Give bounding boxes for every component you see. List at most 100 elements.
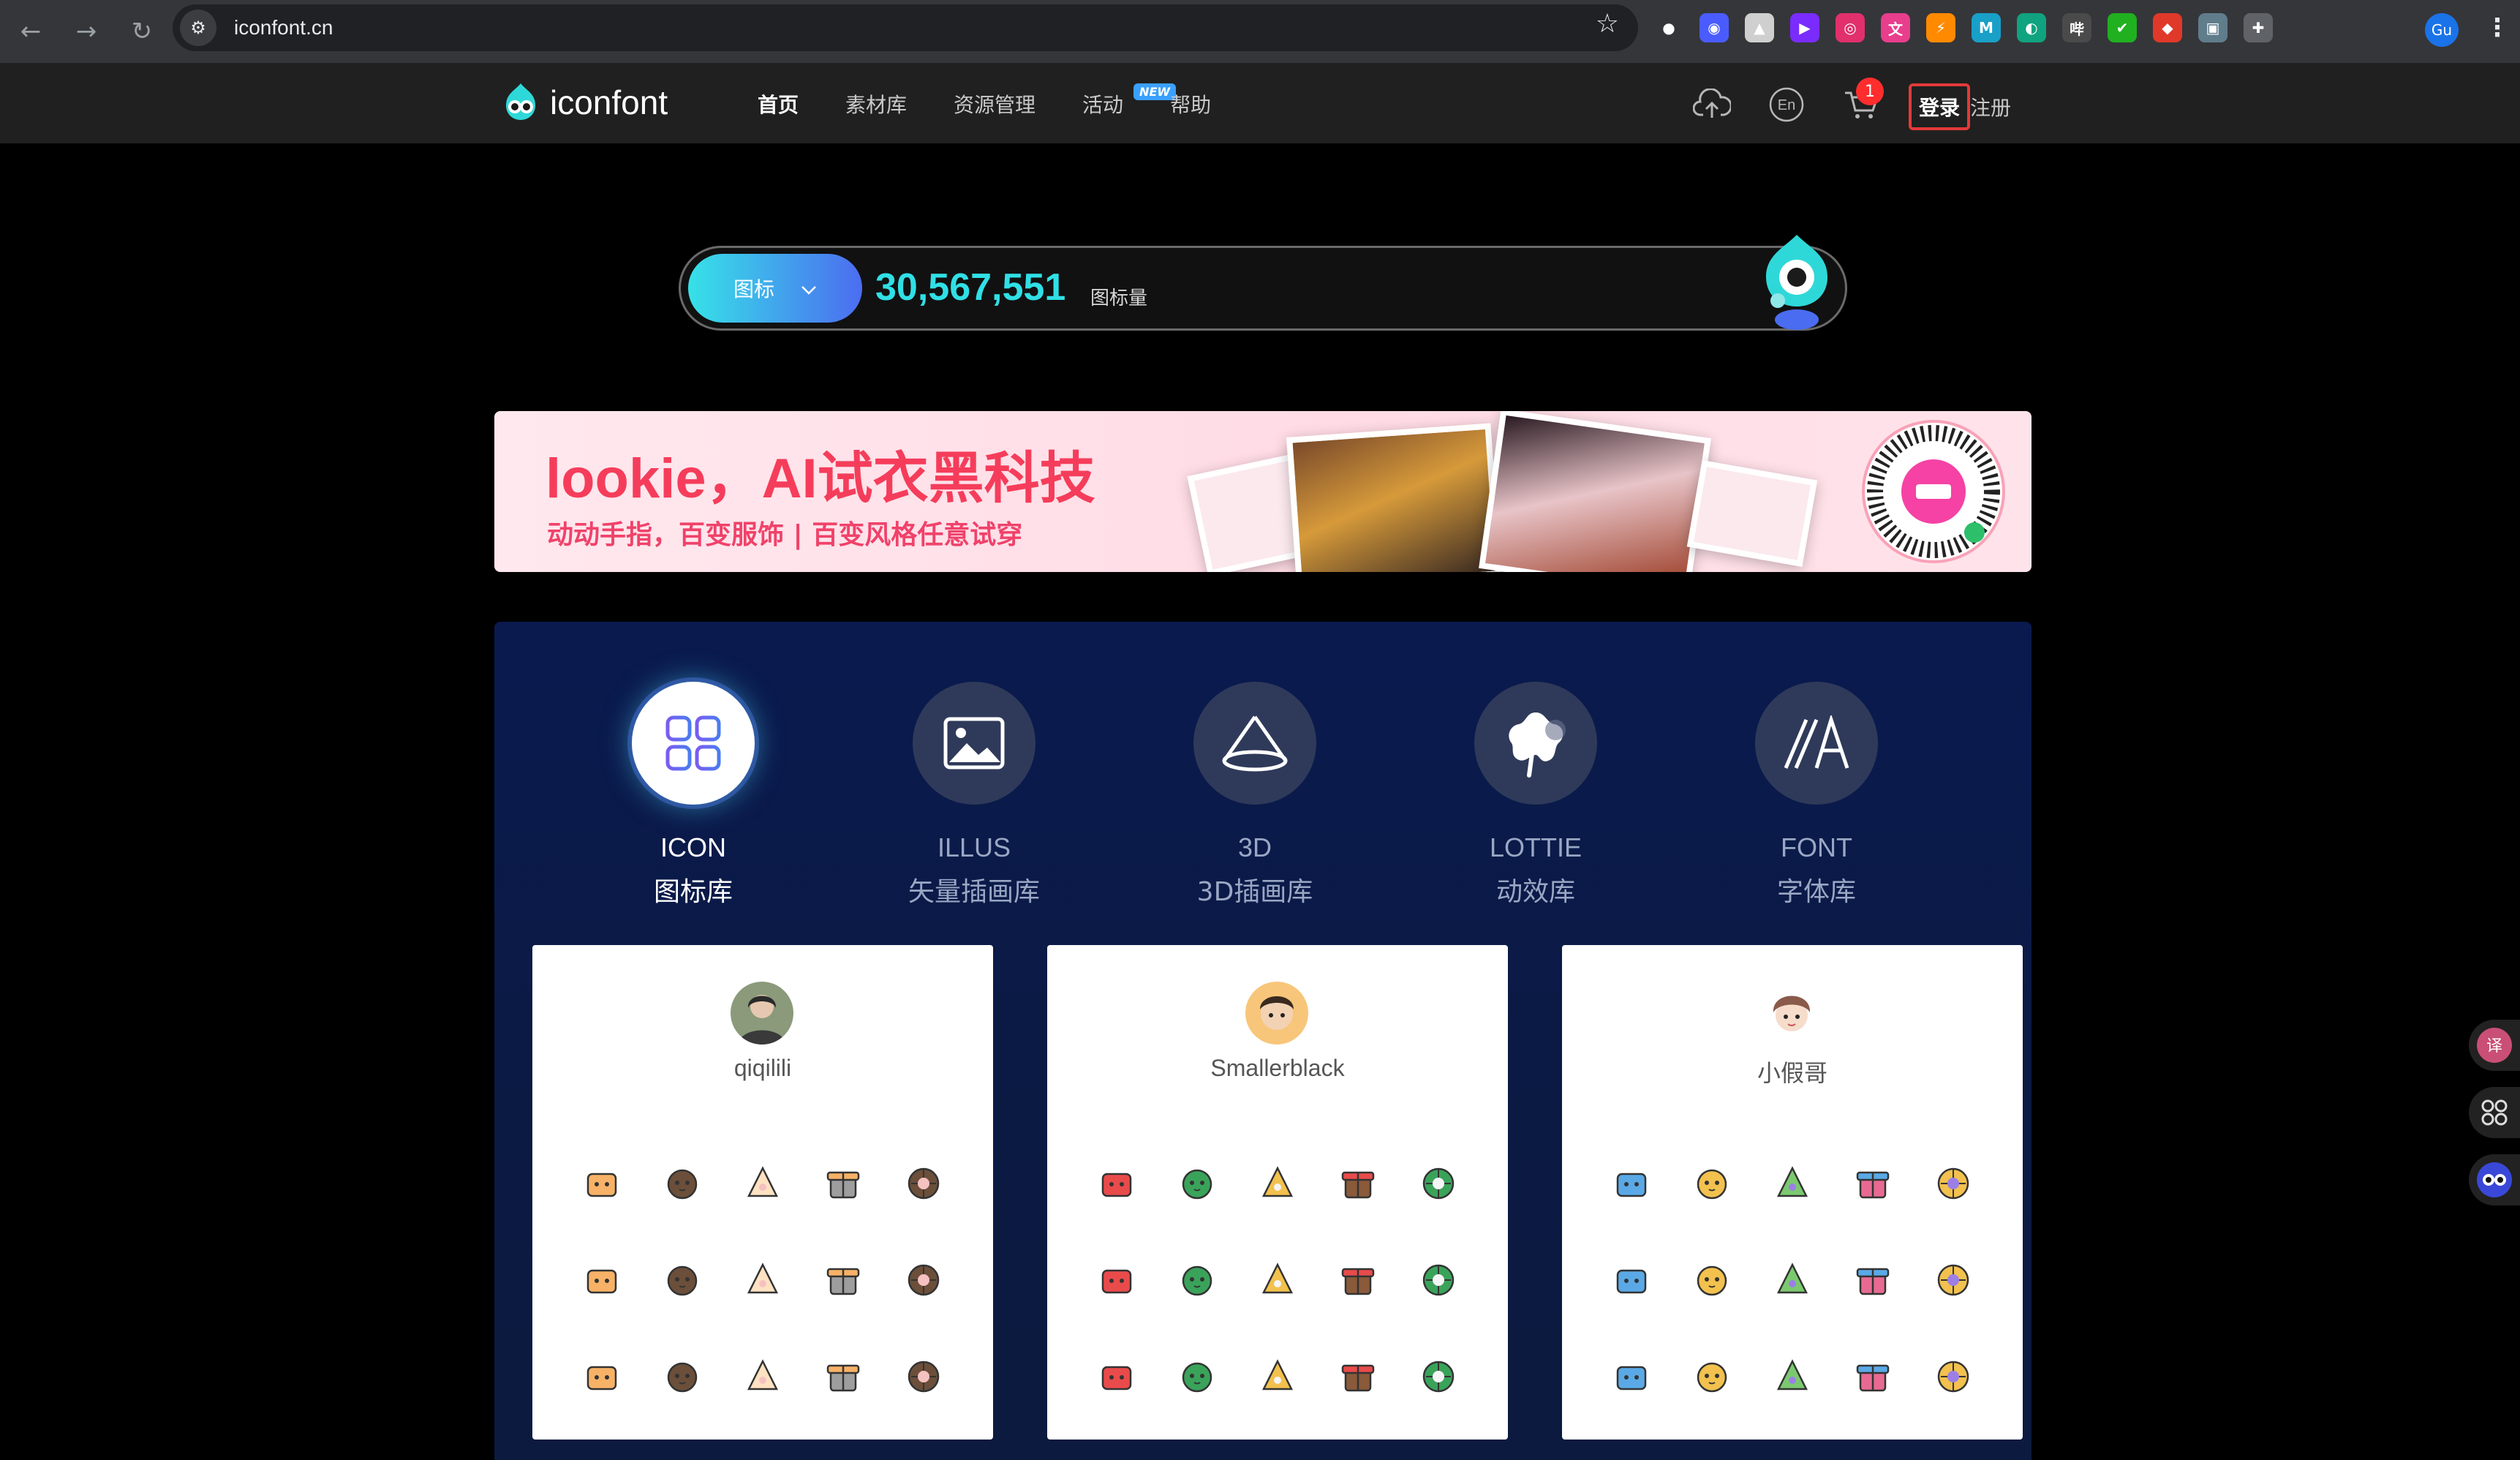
nav-resources[interactable]: 资源管理 [954, 89, 1035, 118]
category-font[interactable]: FONT 字体库 [1729, 682, 1904, 908]
pudding-icon[interactable] [1318, 1135, 1398, 1232]
orange-cat-icon[interactable] [642, 1328, 723, 1425]
pig-icon[interactable] [883, 1232, 964, 1328]
nav-assets[interactable]: 素材库 [845, 89, 907, 118]
hockey-stick-icon[interactable] [1752, 1328, 1833, 1425]
ball-icon[interactable] [1833, 1328, 1913, 1425]
bolt-ext-icon[interactable]: ⚡ [1926, 13, 1955, 42]
shiba-icon[interactable] [723, 1135, 803, 1232]
avatar[interactable] [1760, 982, 1823, 1045]
nav-home[interactable]: 首页 [758, 89, 799, 118]
card-username[interactable]: Smallerblack [1047, 1055, 1508, 1082]
bili-ext-icon[interactable]: 哔 [2062, 13, 2091, 42]
ad-photo-frame [1686, 460, 1818, 567]
scooter-icon[interactable] [1913, 1135, 1993, 1232]
bandage-icon[interactable] [1672, 1328, 1752, 1425]
owl-assistant-button[interactable] [2469, 1154, 2520, 1205]
register-link[interactable]: 注册 [1970, 92, 2011, 121]
volleyball-icon[interactable] [1591, 1328, 1672, 1425]
ornament-icon[interactable] [1157, 1232, 1237, 1328]
apps-float-button[interactable] [2469, 1087, 2520, 1138]
forward-arrow-icon[interactable]: → [66, 11, 107, 52]
nav-events[interactable]: 活动 NEW [1082, 83, 1177, 118]
qr-code[interactable] [1862, 420, 2005, 563]
candy-cane-icon[interactable] [1157, 1135, 1237, 1232]
showcase-card[interactable]: 小假哥 [1562, 945, 2023, 1440]
check-ext-icon[interactable]: ✔ [2108, 13, 2137, 42]
category-lottie[interactable]: LOTTIE 动效库 [1448, 682, 1623, 908]
category-3d[interactable]: 3D 3D插画库 [1167, 682, 1343, 908]
wreath-icon[interactable] [1237, 1328, 1318, 1425]
bowling-icon[interactable] [1752, 1135, 1833, 1232]
chat-ext-icon[interactable]: ◐ [2017, 13, 2046, 42]
kettlebell-icon[interactable] [1591, 1232, 1672, 1328]
jar-icon[interactable] [1591, 1135, 1672, 1232]
jersey-icon[interactable] [1752, 1232, 1833, 1328]
gingerbread-icon[interactable] [1398, 1328, 1479, 1425]
card-username[interactable]: 小假哥 [1562, 1055, 2023, 1088]
category-cn-label: 矢量插画库 [908, 877, 1040, 907]
showcase-card[interactable]: qiqilili [532, 945, 993, 1440]
bookmark-star-icon[interactable]: ☆ [1596, 9, 1619, 39]
santa-hat-cake-icon[interactable] [1076, 1232, 1157, 1328]
gift-bow-icon[interactable] [1076, 1135, 1157, 1232]
cow-cat-icon[interactable] [883, 1328, 964, 1425]
cane-icon[interactable] [1318, 1328, 1398, 1425]
avatar[interactable] [1245, 982, 1308, 1045]
treadmill-icon[interactable] [1833, 1135, 1913, 1232]
ad-banner[interactable]: lookie，AI试衣黑科技 动动手指，百变服饰 | 百变风格任意试穿 [494, 411, 2032, 572]
language-toggle[interactable]: En [1767, 85, 1806, 124]
login-button[interactable]: 登录 [1909, 83, 1970, 130]
present-icon[interactable] [1398, 1135, 1479, 1232]
avatar[interactable] [731, 982, 793, 1045]
crossed-clubs-icon[interactable] [1672, 1135, 1752, 1232]
owl-ext-icon[interactable]: ◉ [1700, 13, 1729, 42]
panda-ext-icon[interactable]: ● [1654, 13, 1683, 42]
reindeer-icon[interactable] [1398, 1232, 1479, 1328]
box-cat-icon[interactable] [562, 1135, 642, 1232]
url-text[interactable]: iconfont.cn [234, 16, 333, 39]
triangle-ext-icon[interactable]: ▲ [1745, 13, 1774, 42]
translate-float-button[interactable]: 译 [2469, 1020, 2520, 1071]
duck-icon[interactable] [562, 1328, 642, 1425]
santa-hat-icon[interactable] [1318, 1232, 1398, 1328]
gray-cat-icon[interactable] [723, 1328, 803, 1425]
gift-box-icon[interactable] [1237, 1232, 1318, 1328]
play-ext-icon[interactable]: ▶ [1790, 13, 1819, 42]
address-bar[interactable]: ⚙ iconfont.cn ☆ [173, 4, 1638, 51]
holly-icon[interactable] [1237, 1135, 1318, 1232]
category-icon[interactable]: ICON 图标库 [606, 682, 781, 908]
site-settings-icon[interactable]: ⚙ [180, 10, 216, 46]
category-illus[interactable]: ILLUS 矢量插画库 [886, 682, 1062, 908]
browser-menu-icon[interactable]: ⋮ [2485, 13, 2510, 42]
ping-pong-icon[interactable] [1672, 1232, 1752, 1328]
holly-leaf-icon[interactable] [1076, 1328, 1157, 1425]
dog-white-icon[interactable] [883, 1135, 964, 1232]
shield-ext-icon[interactable]: ◆ [2153, 13, 2182, 42]
husky-icon[interactable] [803, 1232, 883, 1328]
glove-icon[interactable] [1913, 1328, 1993, 1425]
translate-ext-icon[interactable]: 文 [1881, 13, 1910, 42]
hamster-icon[interactable] [642, 1135, 723, 1232]
nav-help[interactable]: 帮助 [1170, 89, 1211, 118]
tuxedo-cat-icon[interactable] [642, 1232, 723, 1328]
m-ext-icon[interactable]: M [1972, 13, 2001, 42]
stopwatch-icon[interactable] [1833, 1232, 1913, 1328]
cat-striped-icon[interactable] [803, 1135, 883, 1232]
back-arrow-icon[interactable]: ← [10, 11, 51, 52]
resource-type-dropdown[interactable]: 图标 [688, 254, 862, 323]
showcase-card[interactable]: Smallerblack [1047, 945, 1508, 1440]
target-icon[interactable] [1913, 1232, 1993, 1328]
iconfont-logo[interactable]: iconfont [499, 80, 668, 124]
insta-ext-icon[interactable]: ◎ [1836, 13, 1865, 42]
white-cat-icon[interactable] [723, 1232, 803, 1328]
card-username[interactable]: qiqilili [532, 1055, 993, 1082]
profile-avatar[interactable]: Gu [2425, 13, 2459, 47]
black-cat-icon[interactable] [803, 1328, 883, 1425]
reload-icon[interactable]: ↻ [121, 11, 162, 52]
upload-cloud-icon[interactable] [1692, 85, 1732, 124]
puzzle-ext-icon[interactable]: ✚ [2244, 13, 2273, 42]
house-icon[interactable] [1157, 1328, 1237, 1425]
cube-ext-icon[interactable]: ▣ [2198, 13, 2227, 42]
rottweiler-icon[interactable] [562, 1232, 642, 1328]
